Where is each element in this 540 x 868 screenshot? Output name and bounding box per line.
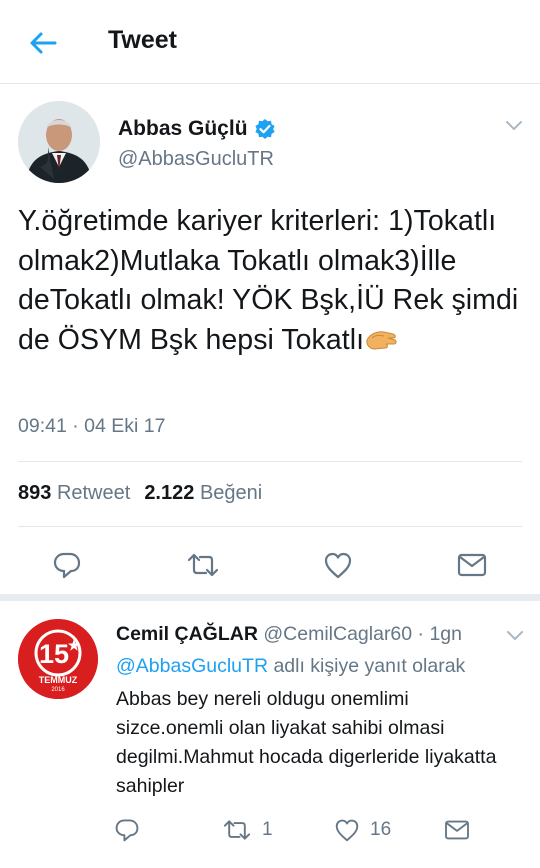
author-avatar[interactable] bbox=[18, 101, 100, 183]
page-title: Tweet bbox=[108, 26, 177, 54]
author-name[interactable]: Abbas Güçlü bbox=[118, 117, 276, 141]
verified-badge-icon bbox=[254, 118, 276, 140]
retweet-icon bbox=[223, 820, 251, 840]
reply-author-handle[interactable]: @CemilCaglar60 bbox=[263, 623, 412, 645]
avatar-image: 15 TEMMUZ 2016 bbox=[18, 619, 98, 699]
reply-context-text: adlı kişiye yanıt olarak bbox=[273, 655, 466, 677]
likes-count: 2.122 bbox=[144, 482, 195, 504]
section-divider bbox=[0, 594, 540, 601]
tweet-author: Abbas Güçlü @AbbasGucluTR bbox=[0, 84, 540, 194]
avatar-image bbox=[18, 101, 100, 183]
reply-retweet-button[interactable]: 1 bbox=[222, 813, 273, 847]
reply-text: Abbas bey nereli oldugu onemlimi sizce.o… bbox=[116, 688, 497, 797]
heart-icon bbox=[335, 819, 359, 842]
author-handle[interactable]: @AbbasGucluTR bbox=[118, 148, 274, 171]
author-name-text: Abbas Güçlü bbox=[118, 117, 248, 140]
reply-dm-button[interactable] bbox=[444, 813, 470, 847]
reply-like-button[interactable]: 16 bbox=[334, 813, 391, 847]
divider bbox=[18, 461, 522, 462]
reply-reply-button[interactable] bbox=[114, 813, 140, 847]
reply-author-avatar[interactable]: 15 TEMMUZ 2016 bbox=[18, 619, 98, 699]
reply-context: @AbbasGucluTR adlı kişiye yanıt olarak bbox=[116, 655, 465, 678]
reply-menu-button[interactable] bbox=[505, 625, 525, 645]
reply-actions: 1 16 bbox=[0, 813, 540, 849]
reply-tweet[interactable]: 15 TEMMUZ 2016 Cemil ÇAĞLAR @CemilCaglar… bbox=[0, 601, 540, 868]
likes-stat[interactable]: 2.122 Beğeni bbox=[144, 482, 262, 505]
divider bbox=[18, 526, 522, 527]
avatar-label: TEMMUZ bbox=[39, 675, 78, 685]
tweet-text: Y.öğretimde kariyer kriterleri: 1)Tokatl… bbox=[18, 202, 528, 360]
reply-author-name[interactable]: Cemil ÇAĞLAR bbox=[116, 623, 258, 645]
reply-time: · 1gn bbox=[417, 623, 462, 645]
direct-message-button[interactable] bbox=[454, 547, 490, 583]
reply-button[interactable] bbox=[49, 547, 85, 583]
arrow-left-icon bbox=[30, 32, 57, 54]
tweet-timestamp: 09:41 · 04 Eki 17 bbox=[18, 415, 166, 437]
clapping-hands-icon bbox=[364, 324, 398, 350]
reply-header: Cemil ÇAĞLAR @CemilCaglar60 · 1gn bbox=[116, 623, 462, 646]
top-bar: Tweet bbox=[0, 0, 540, 84]
tweet-body: Y.öğretimde kariyer kriterleri: 1)Tokatl… bbox=[18, 205, 519, 356]
tweet-stats: 893 Retweet 2.122 Beğeni bbox=[18, 482, 262, 505]
retweets-label: Retweet bbox=[56, 482, 131, 504]
avatar-year: 2016 bbox=[51, 687, 65, 693]
tweet-actions bbox=[0, 543, 540, 587]
like-button[interactable] bbox=[320, 547, 356, 583]
likes-label: Beğeni bbox=[199, 482, 263, 504]
avatar-number: 15 bbox=[39, 639, 69, 669]
retweets-count: 893 bbox=[18, 482, 52, 504]
chevron-down-icon bbox=[507, 631, 523, 640]
reply-likes-count: 16 bbox=[370, 819, 392, 840]
envelope-icon bbox=[457, 553, 487, 577]
retweet-button[interactable] bbox=[185, 547, 221, 583]
envelope-icon bbox=[445, 820, 469, 840]
retweet-icon bbox=[187, 553, 219, 577]
reply-retweets-count: 1 bbox=[262, 819, 273, 840]
reply-icon bbox=[115, 819, 139, 842]
back-button[interactable] bbox=[26, 26, 60, 60]
reply-icon bbox=[53, 552, 81, 579]
retweets-stat[interactable]: 893 Retweet bbox=[18, 482, 130, 505]
reply-mention-link[interactable]: @AbbasGucluTR bbox=[116, 655, 268, 677]
tweet-menu-button[interactable] bbox=[503, 114, 525, 136]
chevron-down-icon bbox=[506, 121, 522, 130]
heart-icon bbox=[324, 552, 352, 579]
